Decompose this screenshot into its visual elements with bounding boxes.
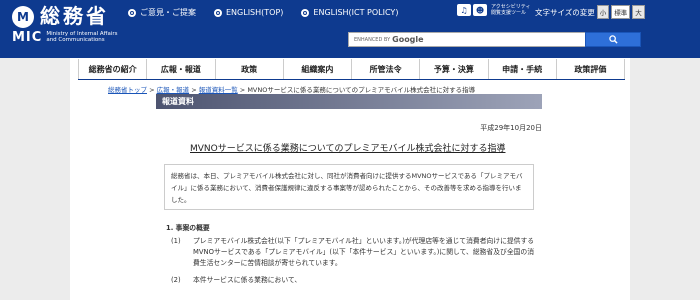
- accessibility-icon: ☻: [473, 4, 487, 16]
- section-title: 報道資料: [156, 94, 542, 109]
- breadcrumb-separator: >: [239, 86, 246, 94]
- search-brand: Google: [392, 35, 424, 44]
- list-item: (1) プレミアモバイル株式会社(以下「プレミアモバイル社」といいます。)が代理…: [171, 236, 536, 269]
- logo-english-name: Ministry of Internal Affairs and Communi…: [46, 31, 118, 43]
- radio-icon: [214, 8, 222, 17]
- nav-item-applications[interactable]: 申請・手続: [487, 59, 556, 79]
- top-link-label: ENGLISH(ICT POLICY): [313, 8, 399, 17]
- nav-item-policy[interactable]: 政策: [214, 59, 283, 79]
- page-title: MVNOサービスに係る業務についてのプレミアモバイル株式会社に対する指導: [190, 144, 506, 154]
- nav-item-organization[interactable]: 組織案内: [282, 59, 351, 79]
- font-size-label: 文字サイズの変更: [535, 7, 595, 17]
- font-size-large-button[interactable]: 大: [632, 5, 645, 19]
- global-nav: 総務省の紹介 広報・報道 政策 組織案内 所管法令 予算・決算 申請・手続 政策…: [78, 59, 625, 81]
- font-size-standard-button[interactable]: 標準: [611, 5, 631, 19]
- main-content: 総務省トップ > 広報・報道 > 報道資料一覧 > MVNOサービスに係る業務に…: [78, 80, 625, 300]
- breadcrumb-current: MVNOサービスに係る業務についてのプレミアモバイル株式会社に対する指導: [247, 86, 476, 94]
- top-link-feedback[interactable]: ご意見・ご提案: [128, 7, 196, 18]
- site-name: 総務省: [40, 4, 109, 28]
- breadcrumb-link-press[interactable]: 広報・報道: [157, 86, 190, 94]
- top-links: ご意見・ご提案 ENGLISH(TOP) ENGLISH(ICT POLICY): [128, 7, 416, 18]
- list-item-text: プレミアモバイル株式会社(以下「プレミアモバイル社」といいます。)が代理店等を通…: [193, 237, 535, 267]
- site-logo[interactable]: M 総務省: [12, 5, 109, 28]
- radio-icon: [301, 8, 310, 17]
- nav-item-evaluation[interactable]: 政策評価: [555, 59, 625, 79]
- list-item-text: 本件サービスに係る業務において、: [193, 276, 302, 284]
- font-size-small-button[interactable]: 小: [596, 5, 610, 19]
- nav-item-about[interactable]: 総務省の紹介: [78, 59, 146, 79]
- article-body: 1. 事案の概要 (1) プレミアモバイル株式会社(以下「プレミアモバイル社」と…: [166, 222, 536, 286]
- breadcrumb-separator: >: [149, 86, 155, 94]
- breadcrumb: 総務省トップ > 広報・報道 > 報道資料一覧 > MVNOサービスに係る業務に…: [108, 84, 475, 94]
- speaker-icon: ♫: [457, 4, 471, 16]
- section-heading: 1. 事案の概要: [166, 224, 210, 232]
- abstract-box: 総務省は、本日、プレミアモバイル株式会社に対し、同社が消費者向けに提供するMVN…: [164, 164, 534, 210]
- nav-item-budget[interactable]: 予算・決算: [419, 59, 487, 79]
- font-size-switcher: 文字サイズの変更 小 標準 大: [535, 5, 645, 19]
- nav-item-laws[interactable]: 所管法令: [351, 59, 419, 79]
- logo-abbr: MIC: [12, 30, 43, 45]
- top-link-label: ご意見・ご提案: [140, 8, 196, 17]
- search-enhanced-label: ENHANCED BY: [354, 36, 391, 43]
- top-link-english-top[interactable]: ENGLISH(TOP): [214, 7, 283, 18]
- breadcrumb-link-top[interactable]: 総務省トップ: [108, 86, 147, 94]
- accessibility-tool[interactable]: ♫ ☻ アクセシビリティ閲覧支援ツール: [457, 4, 531, 16]
- breadcrumb-separator: >: [191, 86, 197, 94]
- list-item-number: (1): [171, 237, 181, 245]
- site-header: M 総務省 MIC Ministry of Internal Affairs an…: [0, 0, 700, 58]
- list-item-number: (2): [171, 276, 181, 284]
- breadcrumb-link-press-list[interactable]: 報道資料一覧: [199, 86, 238, 94]
- search-icon: [608, 35, 618, 44]
- list-item: (2) 本件サービスに係る業務において、: [171, 275, 536, 286]
- accessibility-label: アクセシビリティ閲覧支援ツール: [491, 4, 531, 16]
- nav-item-press[interactable]: 広報・報道: [146, 59, 214, 79]
- logo-mark-icon: M: [12, 6, 34, 28]
- top-link-english-ict[interactable]: ENGLISH(ICT POLICY): [301, 7, 398, 18]
- radio-icon: [128, 8, 136, 17]
- top-link-label: ENGLISH(TOP): [226, 8, 284, 17]
- release-date: 平成29年10月20日: [480, 124, 542, 132]
- logo-subtitle: MIC Ministry of Internal Affairs and Comm…: [12, 30, 126, 49]
- search-button[interactable]: [585, 32, 641, 47]
